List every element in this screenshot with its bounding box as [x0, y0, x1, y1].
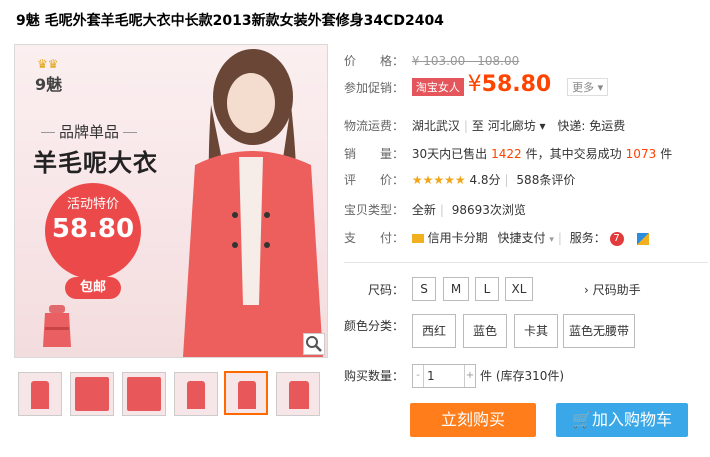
quantity-label: 购买数量：: [344, 369, 405, 383]
express-fee: 快递: 免运费: [557, 119, 626, 133]
pay-credit[interactable]: 信用卡分期: [428, 231, 488, 245]
zoom-icon[interactable]: [303, 333, 325, 355]
quantity-plus-button[interactable]: +: [464, 365, 475, 387]
quantity-input[interactable]: 1: [427, 365, 435, 387]
divider: [344, 262, 708, 263]
buy-now-button[interactable]: 立刻购买: [410, 403, 536, 437]
color-option-kaqi[interactable]: 卡其: [514, 314, 558, 348]
size-option-l[interactable]: L: [475, 277, 499, 301]
size-option-m[interactable]: M: [443, 277, 469, 301]
quantity-stepper[interactable]: - 1 +: [412, 364, 476, 388]
main-product-image[interactable]: ♛♛ 9魅 品牌单品 羊毛呢大衣 活动特价 58.80 包邮: [14, 44, 328, 358]
rating-score: 4.8分: [469, 173, 501, 187]
view-count: 98693次浏览: [451, 203, 526, 217]
crown-icon: ♛♛: [37, 57, 59, 71]
brand-logo: ♛♛ 9魅: [35, 57, 63, 94]
star-rating-icon: ★★★★★: [411, 173, 466, 187]
thumbnail-6[interactable]: [276, 372, 320, 416]
rating-row: 评 价： ★★★★★ 4.8分 | 588条评价: [344, 173, 576, 187]
guarantee-icon[interactable]: [637, 232, 650, 245]
color-label: 颜色分类：: [344, 319, 405, 333]
image-tagline: 品牌单品: [37, 121, 141, 142]
size-label: 尺码：: [368, 283, 405, 297]
success-count: 1073: [625, 147, 657, 161]
sales-count: 1422: [491, 147, 522, 161]
color-option-lanse[interactable]: 蓝色: [463, 314, 507, 348]
currency-symbol: ¥: [467, 72, 482, 97]
size-option-xl[interactable]: XL: [505, 277, 533, 301]
promo-row: 参加促销： 淘宝女人 ¥58.80 更多 ▾: [344, 72, 609, 97]
stock-text: 件 (库存310件): [480, 369, 565, 383]
thumbnail-1[interactable]: [18, 372, 62, 416]
promo-price: 58.80: [481, 72, 552, 97]
free-shipping-badge: 包邮: [65, 277, 121, 299]
size-helper-link[interactable]: › 尺码助手: [584, 281, 641, 298]
size-option-s[interactable]: S: [412, 277, 436, 301]
sale-price-circle: 活动特价 58.80: [45, 183, 141, 279]
quantity-minus-button[interactable]: -: [413, 365, 424, 387]
chevron-down-icon[interactable]: ▾: [549, 235, 554, 245]
product-title: 9魅 毛呢外套羊毛呢大衣中长款2013新款女装外套修身34CD2404: [16, 13, 444, 29]
reviews-link[interactable]: 588条评价: [516, 173, 575, 187]
cart-icon: 🛒: [572, 410, 592, 429]
ship-from: 湖北武汉: [411, 119, 460, 133]
ship-to-select[interactable]: 河北廊坊 ▾: [488, 119, 546, 133]
shipping-row: 物流运费： 湖北武汉 | 至 河北廊坊 ▾ 快递: 免运费: [344, 119, 626, 133]
image-headline: 羊毛呢大衣: [33, 149, 158, 177]
add-to-cart-button[interactable]: 🛒加入购物车: [556, 403, 688, 437]
promo-tag[interactable]: 淘宝女人: [411, 78, 464, 96]
type-row: 宝贝类型： 全新 | 98693次浏览: [344, 203, 526, 217]
thumbnail-5-selected[interactable]: [224, 371, 268, 415]
thumbnail-4[interactable]: [174, 372, 218, 416]
price-row: 价 格： ¥ 103.00 - 108.00: [344, 54, 520, 68]
more-promos-button[interactable]: 更多 ▾: [567, 78, 609, 96]
model-photo: [183, 49, 323, 357]
original-price: ¥ 103.00 - 108.00: [411, 54, 520, 68]
add-to-cart-label: 加入购物车: [591, 410, 672, 429]
seven-day-return-icon[interactable]: 7: [609, 231, 624, 246]
pay-quick[interactable]: 快捷支付: [498, 231, 546, 245]
coat-thumbnail-icon: [43, 305, 71, 347]
sales-row: 销 量： 30天内已售出 1422 件，其中交易成功 1073 件: [344, 147, 673, 161]
color-option-lanse-wuyaodai[interactable]: 蓝色无腰带: [563, 314, 635, 348]
credit-card-icon: [411, 234, 424, 243]
color-option-xihong[interactable]: 西红: [412, 314, 456, 348]
thumbnail-2[interactable]: [70, 372, 114, 416]
payment-row: 支 付： 信用卡分期 快捷支付 ▾ | 服务： 7: [344, 229, 650, 246]
thumbnail-3[interactable]: [122, 372, 166, 416]
